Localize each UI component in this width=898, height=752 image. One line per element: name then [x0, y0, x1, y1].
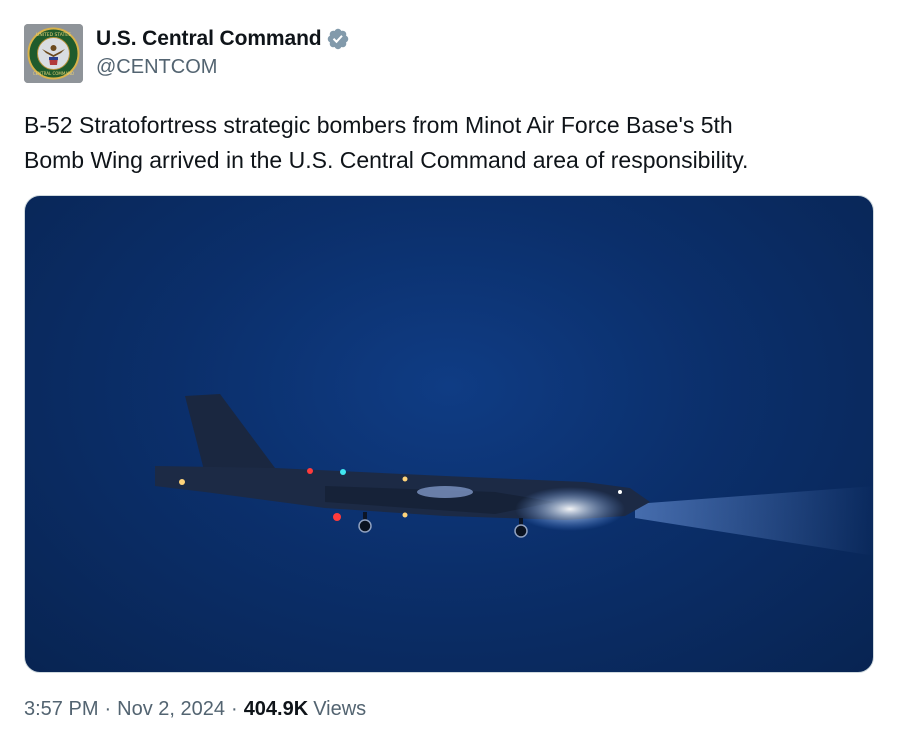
tweet-text-line: Bomb Wing arrived in the U.S. Central Co…	[24, 147, 749, 173]
tweet-text-line: B-52 Stratofortress strategic bombers fr…	[24, 112, 733, 138]
meta-separator: ·	[231, 698, 238, 720]
tweet-meta: 3:57 PM · Nov 2, 2024 · 404.9K Views	[24, 698, 366, 721]
tweet-media-photo[interactable]	[24, 195, 874, 673]
meta-separator: ·	[104, 698, 112, 720]
b52-bomber-night-photo	[155, 394, 873, 556]
display-name[interactable]: U.S. Central Command	[96, 27, 322, 51]
name-row: U.S. Central Command	[96, 26, 350, 52]
account-handle[interactable]: @CENTCOM	[96, 56, 217, 79]
views-count[interactable]: 404.9K	[244, 698, 309, 721]
views-label: Views	[313, 698, 367, 720]
tweet-header: UNITED STATES CENTRAL COMMAND U.S. Centr…	[24, 24, 864, 84]
tweet-text: B-52 Stratofortress strategic bombers fr…	[24, 108, 874, 178]
svg-text:CENTRAL COMMAND: CENTRAL COMMAND	[33, 71, 74, 76]
account-avatar[interactable]: UNITED STATES CENTRAL COMMAND	[24, 24, 83, 83]
tweet-date[interactable]: Nov 2, 2024	[117, 698, 225, 721]
tweet-time[interactable]: 3:57 PM	[24, 698, 98, 721]
svg-text:UNITED STATES: UNITED STATES	[36, 32, 71, 38]
verified-badge-icon[interactable]	[326, 27, 350, 51]
centcom-seal-icon: UNITED STATES CENTRAL COMMAND	[24, 24, 83, 83]
